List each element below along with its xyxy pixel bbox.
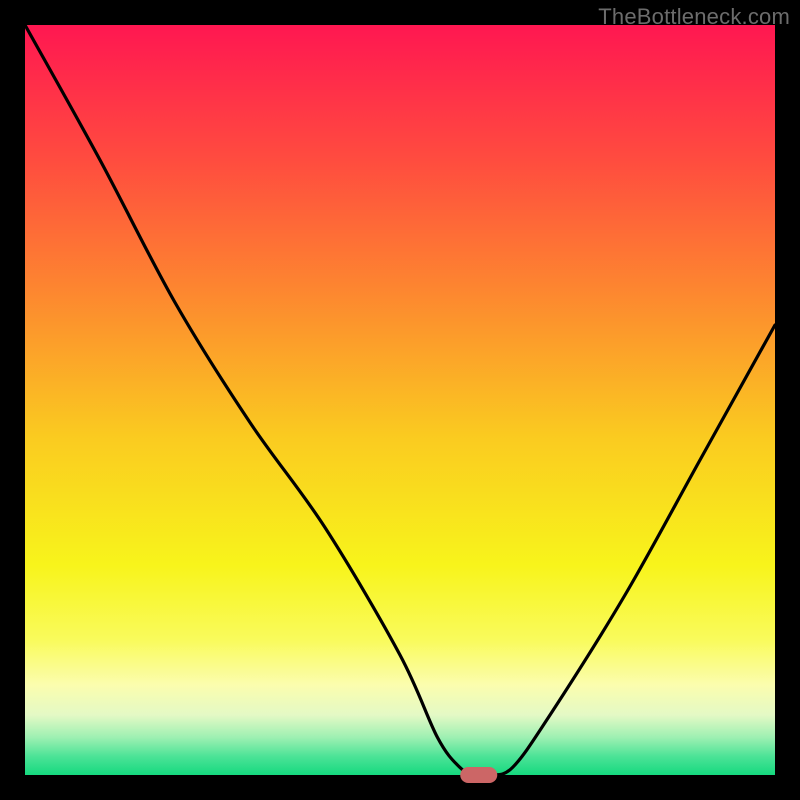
plot-area — [25, 25, 775, 775]
chart-stage: TheBottleneck.com — [0, 0, 800, 800]
bottleneck-curve — [25, 25, 775, 775]
watermark-text: TheBottleneck.com — [598, 4, 790, 30]
optimum-marker — [460, 767, 498, 783]
